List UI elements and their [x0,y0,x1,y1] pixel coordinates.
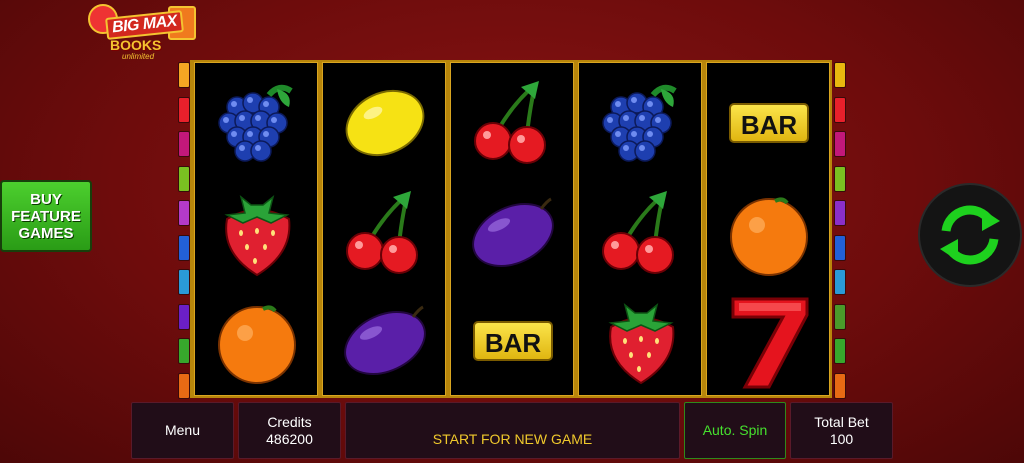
auto-spin-label: Auto. Spin [702,422,768,438]
reel-1 [194,62,318,396]
credits-value: 486200 [266,430,313,447]
payline-marker [834,200,846,226]
payline-marker [834,303,846,330]
payline-marker [834,338,846,364]
plum-symbol-icon [463,183,563,283]
total-bet-value: 100 [829,430,854,447]
payline-marker [178,338,190,364]
total-bet-display[interactable]: Total Bet 100 [790,402,893,459]
grapes-symbol-icon [591,73,691,173]
bar-symbol-icon: BAR [463,291,563,391]
payline-marker [178,165,190,192]
payline-marker [178,372,190,399]
cherries-symbol-icon [335,183,435,283]
logo-tagline: unlimited [122,52,155,61]
payline-marker [178,131,190,157]
cherries-symbol-icon [591,183,691,283]
payline-marker [834,269,846,295]
payline-markers-left [178,62,190,407]
orange-symbol-icon [207,291,307,391]
payline-marker [178,234,190,261]
payline-marker [834,234,846,261]
menu-label: Menu [164,422,201,438]
buy-feature-line1: BUY [30,190,62,208]
orange-symbol-icon [719,183,819,283]
reel-2 [322,62,446,396]
bar-symbol-icon: BAR [719,73,819,173]
credits-display: Credits 486200 [238,402,341,459]
seven-symbol-icon [719,291,819,391]
auto-spin-button[interactable]: Auto. Spin [684,402,786,459]
total-bet-label: Total Bet [814,413,869,430]
buy-feature-line3: GAMES [18,224,74,242]
reel-5: BAR [706,62,830,396]
refresh-arrows-icon [940,205,1000,265]
payline-marker [834,165,846,192]
game-logo: BIG MAX BOOKS unlimited [88,2,198,61]
cherries-symbol-icon [463,73,563,173]
credits-label: Credits [267,413,312,430]
payline-marker [178,62,190,88]
control-bar: Menu Credits 486200 START FOR NEW GAME A… [0,402,1024,463]
payline-marker [834,96,846,123]
reel-3: BAR [450,62,574,396]
strawberry-symbol-icon [591,291,691,391]
strawberry-symbol-icon [207,183,307,283]
payline-marker [834,372,846,399]
buy-feature-games-button[interactable]: BUY FEATURE GAMES [0,180,92,252]
reel-4 [578,62,702,396]
lemon-symbol-icon [335,73,435,173]
game-message: START FOR NEW GAME [345,402,680,459]
payline-marker [834,131,846,157]
spin-button[interactable] [918,183,1022,287]
grapes-symbol-icon [207,73,307,173]
reel-area: BAR BAR [190,60,832,398]
buy-feature-line2: FEATURE [11,207,81,225]
payline-marker [178,96,190,123]
payline-marker [178,200,190,226]
menu-button[interactable]: Menu [131,402,234,459]
logo-subtitle: BOOKS [110,37,162,53]
bar-symbol-label: BAR [473,321,553,361]
payline-marker [178,303,190,330]
plum-symbol-icon [335,291,435,391]
payline-marker [834,62,846,88]
payline-marker [178,269,190,295]
payline-markers-right [834,62,846,407]
bar-symbol-label: BAR [729,103,809,143]
message-text: START FOR NEW GAME [432,431,593,447]
